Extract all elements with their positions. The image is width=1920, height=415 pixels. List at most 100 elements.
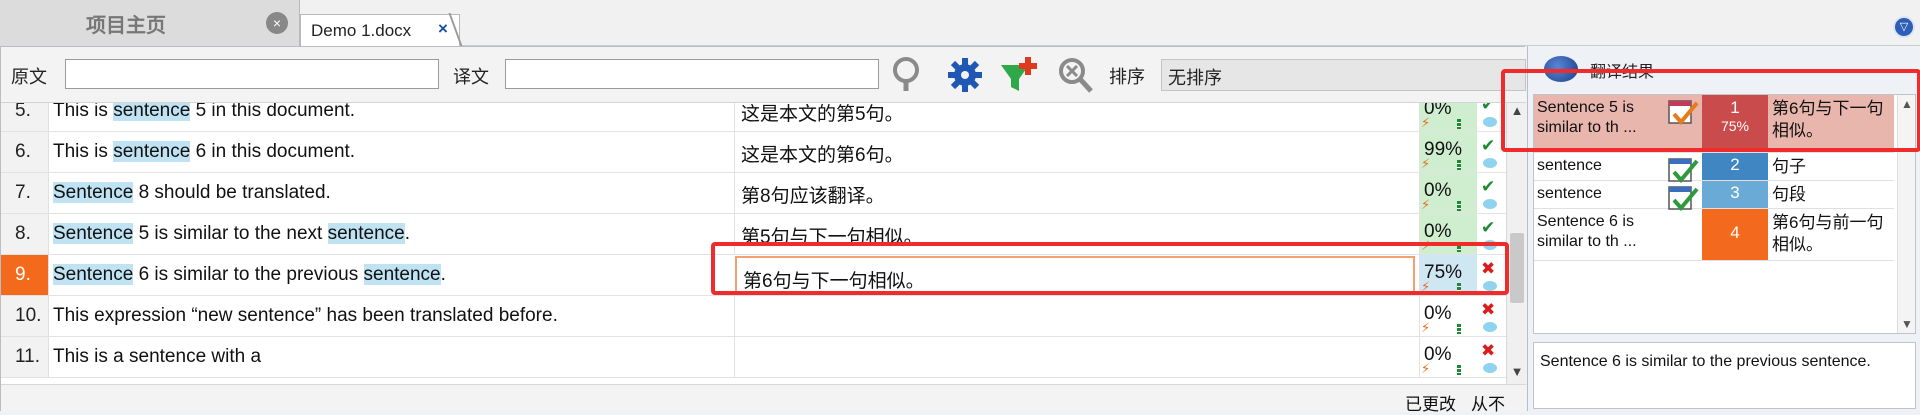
result-source: Sentence 6 is similar to th ...: [1537, 213, 1637, 250]
scroll-down-arrow[interactable]: ▼: [1509, 364, 1525, 384]
highlight-box-active-segment: [711, 242, 1509, 295]
confirmed-check-icon[interactable]: ✔: [1481, 136, 1495, 156]
result-rank-badge: 2: [1702, 153, 1768, 180]
source-text: This is: [53, 141, 114, 162]
target-filter-label: 译文: [453, 67, 489, 87]
segment-target[interactable]: [734, 296, 1419, 336]
segment-source: Sentence 6 is similar to the previous se…: [53, 264, 729, 286]
tab-document-label: Demo 1.docx: [311, 21, 412, 40]
source-filter-input[interactable]: [65, 59, 439, 89]
segment-row[interactable]: 6. This is sentence 6 in this document. 这是…: [1, 132, 1506, 173]
editor-pane: 原文 译文 排序 无排序 5. This is sentence 5 in th…: [0, 46, 1526, 414]
close-icon[interactable]: ×: [266, 12, 288, 34]
segment-number: 7.: [1, 173, 49, 213]
tab-document[interactable]: Demo 1.docx ×: [300, 13, 464, 49]
result-translation: 第6句与前一句相似。: [1772, 213, 1884, 254]
segment-number: 11.: [1, 337, 49, 377]
source-text: .: [440, 264, 446, 285]
segment-number: 9.: [1, 255, 49, 295]
lightning-icon: ⚡: [1421, 115, 1431, 130]
search-match: Sentence: [53, 182, 134, 203]
quality-bars-icon: [1457, 324, 1461, 334]
source-text: 6 in this document.: [190, 141, 356, 162]
scroll-thumb[interactable]: [1510, 233, 1524, 303]
result-rank-badge: 3: [1702, 181, 1768, 208]
segment-row[interactable]: 5. This is sentence 5 in this document. 这是…: [1, 103, 1506, 132]
search-icon[interactable]: [889, 55, 929, 95]
comment-bubble-icon[interactable]: [1483, 158, 1497, 168]
sort-label: 排序: [1109, 67, 1145, 87]
results-scroll-down[interactable]: ▼: [1900, 317, 1914, 331]
highlight-box-top-result: [1501, 69, 1920, 152]
search-match: sentence: [363, 264, 441, 285]
lightning-icon: ⚡: [1421, 320, 1431, 335]
result-item[interactable]: sentence 2 句子: [1534, 153, 1894, 184]
tab-project-home[interactable]: 项目主页 ×: [0, 0, 300, 46]
comment-bubble-icon[interactable]: [1483, 322, 1497, 332]
search-match: Sentence: [53, 223, 134, 244]
lightning-icon: ⚡: [1421, 361, 1431, 376]
segment-target[interactable]: 第8句应该翻译。: [734, 173, 1419, 213]
source-filter-label: 原文: [11, 67, 47, 87]
segment-target[interactable]: [734, 337, 1419, 377]
status-changed: 已更改: [1405, 395, 1456, 414]
segment-source: This is sentence 5 in this document.: [53, 103, 729, 122]
result-translation: 句段: [1772, 185, 1806, 204]
result-item[interactable]: sentence 3 句段: [1534, 181, 1894, 212]
comment-bubble-icon[interactable]: [1483, 199, 1497, 209]
comment-bubble-icon[interactable]: [1483, 117, 1497, 127]
segment-number: 8.: [1, 214, 49, 254]
source-text: This is a sentence with a: [53, 346, 262, 367]
source-text: .: [404, 223, 410, 244]
source-preview: Sentence 6 is similar to the previous se…: [1533, 342, 1916, 409]
segment-number: 10.: [1, 296, 49, 336]
quality-bars-icon: [1457, 119, 1461, 129]
unconfirmed-x-icon[interactable]: ✖: [1481, 341, 1495, 361]
unconfirmed-x-icon[interactable]: ✖: [1481, 300, 1495, 320]
filter-bar: 原文 译文 排序 无排序: [1, 47, 1526, 103]
translation-results-pane: 翻译结果 ▲ ▼ Sentence 5 is similar to th ...…: [1501, 46, 1920, 411]
segment-number: 6.: [1, 132, 49, 172]
result-rank: 3: [1730, 183, 1740, 202]
segment-row[interactable]: 11. This is a sentence with a 0% ⚡ ✖: [1, 337, 1506, 378]
add-filter-icon[interactable]: [999, 55, 1039, 95]
search-match: sentence: [113, 103, 191, 121]
status-bar: 已更改 从不: [1, 384, 1526, 414]
segment-source: This is sentence 6 in this document.: [53, 141, 729, 163]
status-never: 从不: [1471, 395, 1505, 414]
lightning-icon: ⚡: [1421, 156, 1431, 171]
segment-source: Sentence 8 should be translated.: [53, 182, 729, 204]
segment-source: This expression “new sentence” has been …: [53, 305, 729, 327]
result-rank: 4: [1730, 223, 1740, 242]
segment-row[interactable]: 7. Sentence 8 should be translated. 第8句应该翻…: [1, 173, 1506, 214]
result-item[interactable]: Sentence 6 is similar to th ... 4 第6句与前一句相…: [1534, 209, 1894, 261]
confirmed-check-icon[interactable]: ✔: [1481, 103, 1495, 115]
confirmed-check-icon[interactable]: ✔: [1481, 218, 1495, 238]
sort-select[interactable]: 无排序: [1161, 59, 1526, 91]
close-icon[interactable]: ×: [438, 19, 448, 39]
result-translation: 句子: [1772, 157, 1806, 176]
segment-target[interactable]: 这是本文的第6句。: [734, 132, 1419, 172]
clear-search-icon[interactable]: [1055, 55, 1095, 95]
result-rank-badge: 4: [1702, 209, 1768, 260]
segment-row[interactable]: 10. This expression “new sentence” has be…: [1, 296, 1506, 337]
quality-bars-icon: [1457, 201, 1461, 211]
comment-bubble-icon[interactable]: [1483, 363, 1497, 373]
result-source: sentence: [1537, 157, 1602, 174]
search-match: sentence: [327, 223, 405, 244]
tab-edge: [448, 13, 464, 49]
segment-source: Sentence 5 is similar to the next senten…: [53, 223, 729, 245]
search-match: Sentence: [53, 264, 134, 285]
dropdown-menu-button[interactable]: ▽: [1893, 16, 1915, 38]
target-filter-input[interactable]: [505, 59, 879, 89]
source-text: 5 is similar to the next: [133, 223, 328, 244]
segment-source: This is a sentence with a: [53, 346, 729, 368]
tab-project-home-label: 项目主页: [86, 15, 166, 37]
gear-icon[interactable]: [945, 55, 985, 95]
confirmed-check-icon[interactable]: ✔: [1481, 177, 1495, 197]
quality-bars-icon: [1457, 365, 1461, 375]
source-text: 6 is similar to the previous: [133, 264, 364, 285]
segment-target[interactable]: 这是本文的第5句。: [734, 103, 1419, 131]
source-text: This expression “new sentence” has been …: [53, 305, 558, 326]
search-match: sentence: [113, 141, 191, 162]
